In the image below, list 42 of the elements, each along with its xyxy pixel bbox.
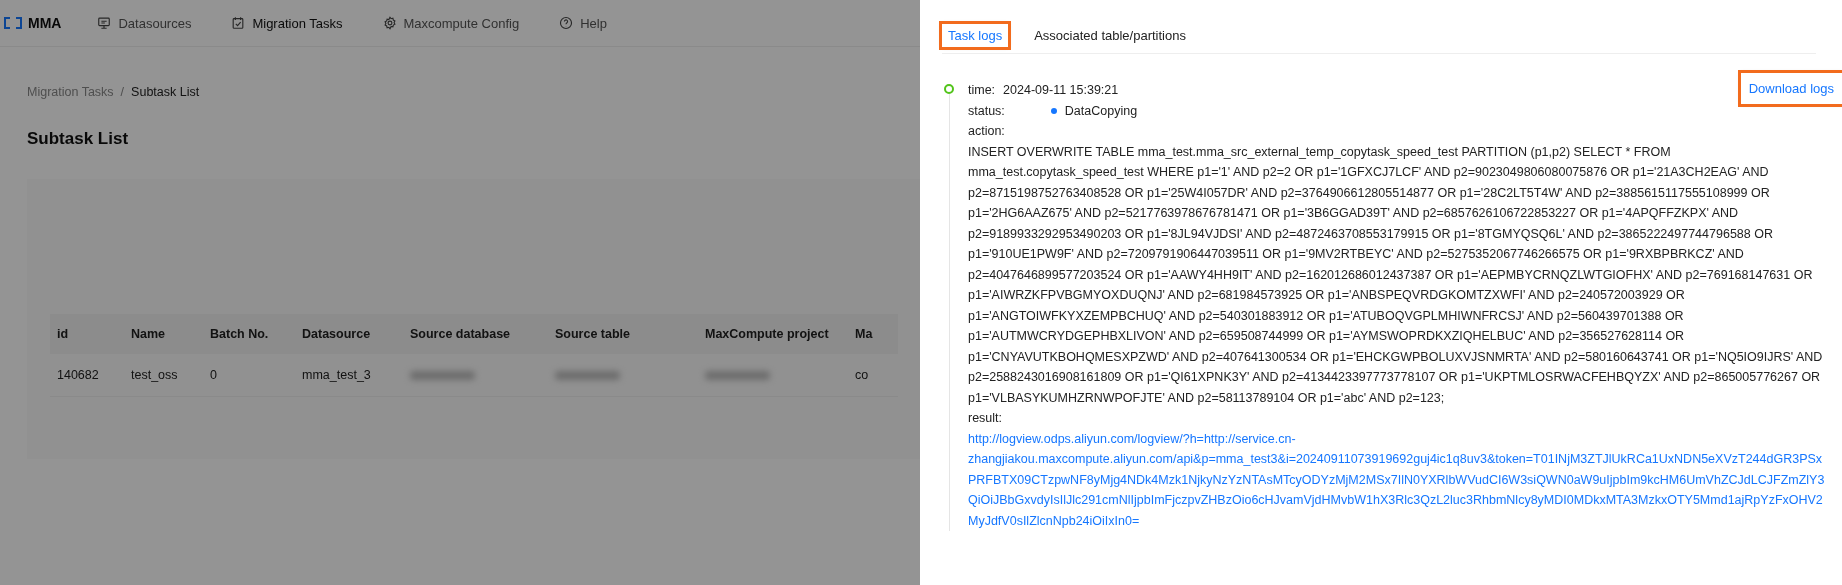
table-cell: co bbox=[855, 368, 869, 382]
column-header: id bbox=[50, 314, 124, 354]
page-title: Subtask List bbox=[27, 129, 130, 149]
logo-text: MMA bbox=[28, 15, 62, 31]
nav-item[interactable]: Help bbox=[559, 15, 607, 31]
time-value: 2024-09-11 15:39:21 bbox=[1003, 82, 1119, 99]
column-header: MaxCompute project bbox=[698, 314, 848, 354]
column-header: Batch No. bbox=[203, 314, 295, 354]
table-cell: mma_test_3 bbox=[302, 368, 371, 382]
status-label: status: bbox=[968, 102, 1005, 120]
download-logs-link[interactable]: Download logs bbox=[1740, 73, 1842, 104]
timeline-dot bbox=[944, 84, 954, 94]
column-header: Ma bbox=[848, 314, 898, 354]
table-cell: 140682 bbox=[57, 368, 99, 382]
column-header: Name bbox=[124, 314, 203, 354]
nav-item[interactable]: Migration Tasks bbox=[231, 15, 343, 31]
table-cell: 0 bbox=[210, 368, 217, 382]
blurred-text bbox=[410, 371, 475, 380]
breadcrumb-separator: / bbox=[120, 85, 125, 99]
nav-item[interactable]: Maxcompute Config bbox=[382, 15, 520, 31]
gear-icon bbox=[382, 16, 397, 30]
blurred-text bbox=[705, 371, 770, 380]
monitor-icon bbox=[97, 16, 112, 30]
result-label: result: bbox=[968, 410, 1004, 427]
breadcrumb-item[interactable]: Migration Tasks bbox=[27, 85, 114, 99]
status-value: DataCopying bbox=[1064, 102, 1138, 120]
nav-item[interactable]: Datasources bbox=[97, 15, 192, 31]
column-header: Source table bbox=[548, 314, 698, 354]
help-icon bbox=[559, 16, 574, 30]
tab[interactable]: Associated table/partitions bbox=[1028, 24, 1192, 47]
blurred-text bbox=[555, 371, 620, 380]
logo-icon bbox=[4, 17, 22, 29]
time-label: time: bbox=[968, 82, 996, 99]
column-header: Datasource bbox=[295, 314, 403, 354]
action-label: action: bbox=[968, 123, 1006, 140]
breadcrumb-item: Subtask List bbox=[131, 85, 200, 99]
column-header: Source database bbox=[403, 314, 548, 354]
result-link[interactable]: http://logview.odps.aliyun.com/logview/?h=http://service.cn-zhangjiakou.maxcompute.aliyun.com/api&p=mma_test3&i=20240911073919692guj4ic1q8uv3&token=T01INjM3ZTJlUkRCa1UxNDN5eXVzT244dGR3PSxPRFBTX09CTzpwNF8yMjg4NDk4Mzk1NjkyNzYzNTAsMTcyODYzMjM2MSx7IlN0YXRlbWVudCI6W3siQWN0aW9uIjpbIm9kcHM6UmVhZCJdLCJFZmZlY3QiOiJBbGxvdyIsIlJlc291cmNlIjpbImFjczpvZHBzOio6cHJvamVjdHMvbW1hX3Rlc3QzL2luc3RhbmNlcy8yMDI0MDkxMTA3MzkxOTY5Mmd1ajRpYzFxOHV2MyJdfV0sIlZlcnNpb24iOiIxIn0= bbox=[968, 428, 1828, 531]
calendar-check-icon bbox=[231, 16, 246, 30]
table-cell: test_oss bbox=[131, 368, 178, 382]
tab[interactable]: Task logs bbox=[942, 24, 1009, 47]
action-sql: INSERT OVERWRITE TABLE mma_test.mma_src_external_temp_copytask_speed_test PARTITION (p1,p2) SELECT * FROM mma_test.copytask_speed_test WHERE p1='1' AND p2=2 OR p1='1GFXCJ7LCF' AND p2=9023049806080075876 OR p1='21A3CH2EAG' AND p2=8715198752763408528 OR p1='25W4I057DR' AND p2=3764906612805514877 OR p1='28C2LT5T4W' AND p2=3885615117555108999 OR p1='2HG6AAZ675' AND p2=5217763978676781471 OR p1='3B6GGAD39T' AND p2=6857626106722853227 OR p1='4APQFFZKPX' AND p2=9189933292953490203 OR p1='8JL94VJDSI' AND p2=4872463708553179915 OR p1='8TGMYQSQ6L' AND p2=3865222497744796588 OR p1='910UE1PW9F' AND p2=7209791906447039511 OR p1='9MV2RTBEYC' AND p2=5275352067746266575 OR p1='9RXBPBRKCZ' AND p2=4047646899577203524 OR p1='AAWY4HH9IT' AND p2=162012686012437387 OR p1='AEPMBYCRNQZLWTGIOFHX' AND p2=769168147631 OR p1='AIWRZKFPVBGMYOXDUQNJ' AND p2=681984573925 OR p1='ANBSPEQVRDGKOMTZXWFI' AND p2=240572003929 OR p1='ANGTOIWFKYXZEMPBCHUQ' AND p2=540301883912 OR p1='ATUBOQVGPLMHIWNFRCSJ' AND p2=560439701388 OR p1='AUTMWCRYDGEPHBXLIVON' AND p2=659508744999 OR p1='AYMSWOPRDKXZIQHELBUC' AND p2=356527628114 OR p1='CNYAVUTKBOHQMESXPZWD' AND p2=407641300534 OR p1='EHCKGWPBOLUXVJSNMRTA' AND p2=580160643741 OR p1='NQ5IO9IJRS' AND p2=2588243016908161809 OR p1='QI61XPNK3Y' AND p2=4134423397773778107 OR p1='UKPTMLOSRWACFEHBQYZX' AND p2=865005776267 OR p1='VLBASYKUMHZRNWPOFJTE' AND p2=58113789104 OR p1='abc' AND p2=123; bbox=[968, 143, 1824, 407]
